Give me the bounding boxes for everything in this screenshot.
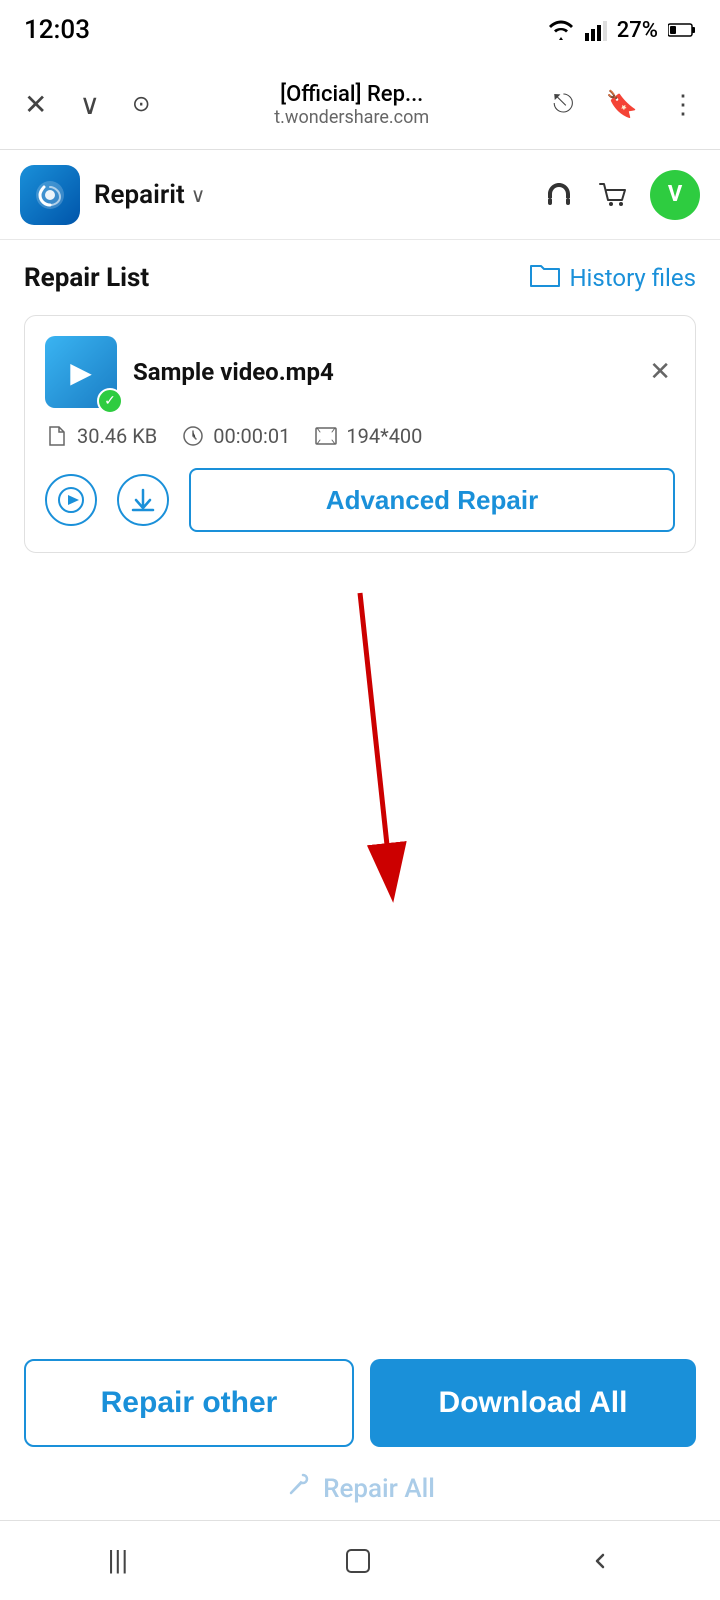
arrow-container <box>24 573 696 953</box>
signal-icon <box>585 19 607 41</box>
download-all-button[interactable]: Download All <box>370 1359 696 1447</box>
app-header: Repairit ∨ V <box>0 150 720 240</box>
meta-duration: 00:00:01 <box>181 424 290 448</box>
history-files-label: History files <box>569 264 696 292</box>
support-icon[interactable] <box>542 178 576 212</box>
folder-icon <box>529 260 561 295</box>
browser-url-area: [Official] Rep... t.wondershare.com <box>174 82 529 128</box>
app-logo <box>20 165 80 225</box>
status-bar: 12:03 27% <box>0 0 720 60</box>
video-meta: 30.46 KB 00:00:01 194*400 <box>45 424 675 448</box>
repair-all-row: Repair All <box>24 1463 696 1510</box>
close-card-button[interactable]: ✕ <box>645 353 675 391</box>
video-thumbnail: ▶ ✓ <box>45 336 117 408</box>
user-avatar[interactable]: V <box>650 170 700 220</box>
header-actions: V <box>542 170 700 220</box>
check-badge: ✓ <box>97 388 123 414</box>
app-name-chevron-icon[interactable]: ∨ <box>191 183 206 207</box>
browser-back-icon[interactable]: ∨ <box>71 80 108 129</box>
advanced-repair-button[interactable]: Advanced Repair <box>189 468 675 532</box>
android-back-button[interactable] <box>558 1539 642 1583</box>
meta-resolution: 194*400 <box>314 424 422 448</box>
video-info: ▶ ✓ Sample video.mp4 <box>45 336 334 408</box>
resolution-icon <box>314 424 338 448</box>
repair-other-button[interactable]: Repair other <box>24 1359 354 1447</box>
download-icon <box>129 486 157 514</box>
content-area: Repair List History files ▶ ✓ Sample vid… <box>0 240 720 953</box>
meta-size: 30.46 KB <box>45 424 157 448</box>
wifi-icon <box>547 19 575 41</box>
browser-filter-icon[interactable]: ⊙ <box>124 84 158 125</box>
browser-share-icon[interactable]: ⎋ <box>545 81 582 128</box>
file-size: 30.46 KB <box>77 424 157 448</box>
battery-icon <box>668 22 696 38</box>
back-chevron-icon <box>588 1549 612 1573</box>
status-icons: 27% <box>547 18 696 43</box>
play-icon: ▶ <box>70 356 92 389</box>
repair-list-header: Repair List History files <box>24 260 696 295</box>
browser-more-icon[interactable]: ⋮ <box>662 82 704 128</box>
repair-list-title: Repair List <box>24 263 149 293</box>
browser-page-title: [Official] Rep... <box>280 82 423 107</box>
status-time: 12:03 <box>24 15 90 45</box>
browser-url-text: t.wondershare.com <box>274 107 429 128</box>
bottom-section: Repair other Download All Repair All <box>0 1339 720 1520</box>
repair-all-icon <box>285 1471 313 1506</box>
repair-all-label[interactable]: Repair All <box>323 1474 435 1504</box>
play-circle-icon <box>57 486 85 514</box>
android-home-button[interactable] <box>313 1536 403 1586</box>
browser-bookmark-icon[interactable]: 🔖 <box>598 82 646 128</box>
app-name-area: Repairit ∨ <box>94 180 528 210</box>
home-square-icon <box>343 1546 373 1576</box>
clock-icon <box>181 424 205 448</box>
pointer-arrow <box>260 573 460 933</box>
folder-svg-icon <box>529 260 561 288</box>
download-preview-button[interactable] <box>117 474 169 526</box>
cart-icon[interactable] <box>596 178 630 212</box>
browser-close-icon[interactable]: ✕ <box>16 80 55 129</box>
wrench-icon <box>285 1471 313 1499</box>
battery-text: 27% <box>617 18 658 43</box>
history-files-link[interactable]: History files <box>529 260 696 295</box>
video-card-header: ▶ ✓ Sample video.mp4 ✕ <box>45 336 675 408</box>
android-menu-button[interactable]: ||| <box>78 1534 159 1587</box>
file-duration: 00:00:01 <box>213 424 290 448</box>
browser-bar: ✕ ∨ ⊙ [Official] Rep... t.wondershare.co… <box>0 60 720 150</box>
video-filename: Sample video.mp4 <box>133 358 334 386</box>
file-resolution: 194*400 <box>346 424 422 448</box>
bottom-buttons: Repair other Download All <box>24 1359 696 1447</box>
preview-button[interactable] <box>45 474 97 526</box>
repairit-logo-icon <box>32 177 68 213</box>
file-icon <box>45 424 69 448</box>
app-name-label: Repairit <box>94 180 185 210</box>
android-nav: ||| <box>0 1520 720 1600</box>
video-card: ▶ ✓ Sample video.mp4 ✕ 30.46 KB 0 <box>24 315 696 553</box>
card-actions: Advanced Repair <box>45 468 675 532</box>
